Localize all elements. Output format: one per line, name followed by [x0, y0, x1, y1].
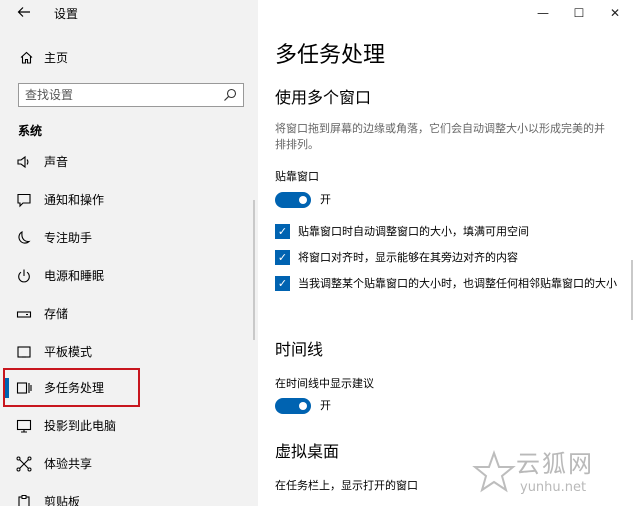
timeline-toggle-state: 开 — [320, 399, 331, 412]
notification-icon — [16, 192, 32, 208]
page-title: 多任务处理 — [275, 43, 386, 68]
timeline-toggle[interactable] — [275, 398, 311, 414]
content-pane: — ☐ ✕ 多任务处理 使用多个窗口 将窗口拖到屏幕的边缘或角落，它们会自动调整… — [258, 0, 640, 506]
taskbar-windows-label: 在任务栏上，显示打开的窗口 — [275, 479, 418, 492]
sidebar-item-sound[interactable]: 声音 — [0, 148, 258, 176]
section-label: 系统 — [18, 124, 43, 138]
project-icon — [16, 418, 32, 434]
checkbox-label: 当我调整某个贴靠窗口的大小时，也调整任何相邻贴靠窗口的大小 — [298, 277, 617, 290]
sidebar-item-notifications[interactable]: 通知和操作 — [0, 186, 258, 214]
snap-description: 将窗口拖到屏幕的边缘或角落，它们会自动调整大小以形成完美的并排排列。 — [275, 122, 605, 151]
timeline-toggle-label: 在时间线中显示建议 — [275, 377, 374, 390]
snap-toggle[interactable] — [275, 192, 311, 208]
minimize-button[interactable]: — — [528, 4, 558, 22]
checkbox-snap-assist[interactable]: ✓ — [275, 250, 290, 265]
search-input[interactable] — [25, 86, 215, 104]
sidebar-item-power-sleep[interactable]: 电源和睡眠 — [0, 262, 258, 290]
toggle-knob — [299, 196, 307, 204]
sidebar-item-label: 电源和睡眠 — [44, 269, 105, 283]
sidebar-item-clipboard[interactable]: 剪贴板 — [0, 488, 258, 506]
sidebar-item-label: 平板模式 — [44, 345, 93, 359]
sidebar-item-label: 专注助手 — [44, 231, 93, 245]
sidebar-item-project[interactable]: 投影到此电脑 — [0, 412, 258, 440]
app-title: 设置 — [54, 7, 79, 21]
sidebar-item-label: 存储 — [44, 307, 69, 321]
sidebar-item-home[interactable]: 主页 — [0, 46, 258, 72]
home-icon — [18, 50, 34, 66]
sidebar-item-storage[interactable]: 存储 — [0, 300, 258, 328]
close-button[interactable]: ✕ — [600, 4, 630, 22]
watermark: 云狐网 yunhu.net — [468, 448, 638, 502]
checkbox-snap-resize[interactable]: ✓ — [275, 276, 290, 291]
title-bar-left: 设置 — [0, 0, 258, 28]
tablet-icon — [16, 344, 32, 360]
snap-toggle-state: 开 — [320, 193, 331, 206]
back-arrow-icon[interactable] — [10, 4, 38, 24]
highlight-box — [3, 368, 140, 407]
maximize-button[interactable]: ☐ — [564, 4, 594, 22]
watermark-star-icon — [472, 450, 516, 493]
speaker-icon — [16, 154, 32, 170]
sidebar-item-label: 剪贴板 — [44, 495, 81, 506]
section-heading-timeline: 时间线 — [275, 340, 324, 359]
checkbox-label: 贴靠窗口时自动调整窗口的大小，填满可用空间 — [298, 225, 529, 238]
storage-icon — [16, 306, 32, 322]
watermark-url: yunhu.net — [520, 480, 587, 495]
sidebar-item-label: 通知和操作 — [44, 193, 105, 207]
power-icon — [16, 268, 32, 284]
search-icon[interactable] — [222, 87, 238, 103]
checkbox-snap-fill[interactable]: ✓ — [275, 224, 290, 239]
sidebar-item-label: 投影到此电脑 — [44, 419, 117, 433]
section-heading-desktops: 虚拟桌面 — [275, 442, 340, 461]
sidebar-item-label: 声音 — [44, 155, 69, 169]
content-scrollbar[interactable] — [631, 260, 633, 320]
settings-sidebar: 设置 主页 系统 声音 通知和操作 专注助手 电源和睡眠 — [0, 0, 258, 506]
moon-icon — [16, 230, 32, 246]
sidebar-item-focus-assist[interactable]: 专注助手 — [0, 224, 258, 252]
watermark-text: 云狐网 — [516, 450, 594, 478]
share-icon — [16, 456, 32, 472]
checkbox-label: 将窗口对齐时，显示能够在其旁边对齐的内容 — [298, 251, 518, 264]
sidebar-item-label: 体验共享 — [44, 457, 93, 471]
clipboard-icon — [16, 494, 32, 506]
snap-toggle-label: 贴靠窗口 — [275, 170, 319, 183]
search-box[interactable] — [18, 83, 244, 107]
section-heading-snap: 使用多个窗口 — [275, 88, 372, 107]
sidebar-item-tablet-mode[interactable]: 平板模式 — [0, 338, 258, 366]
sidebar-item-shared-experiences[interactable]: 体验共享 — [0, 450, 258, 478]
toggle-knob — [299, 402, 307, 410]
sidebar-item-label: 主页 — [44, 51, 69, 65]
sidebar-scrollbar[interactable] — [253, 200, 255, 340]
